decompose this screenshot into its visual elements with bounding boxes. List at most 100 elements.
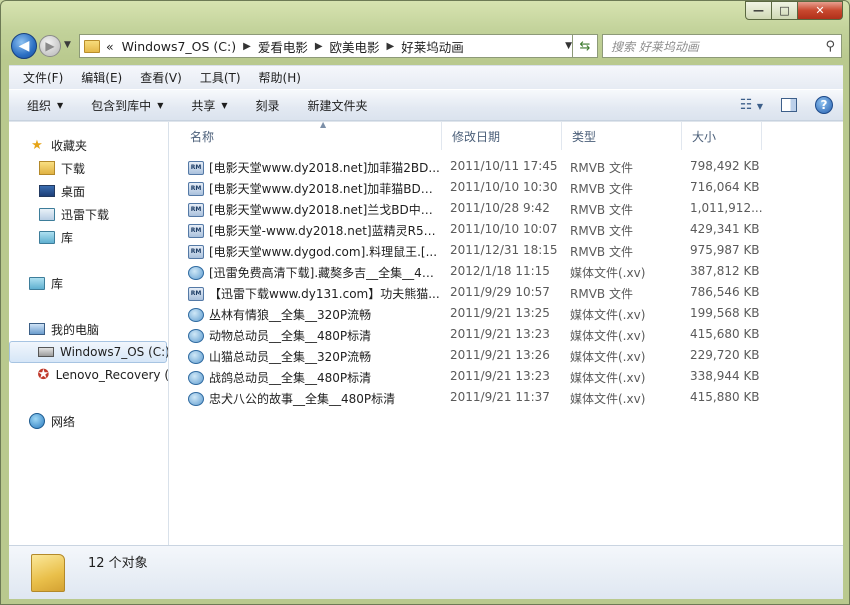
file-size: 387,812 KB <box>690 264 760 278</box>
chevron-right-icon[interactable]: ▶ <box>387 41 395 52</box>
address-bar[interactable]: « Windows7_OS (C:) ▶ 爱看电影 ▶ 欧美电影 ▶ 好莱坞动画… <box>79 34 579 58</box>
table-row[interactable]: RM [电影天堂-www.dy2018.net]蓝精灵R5中... 2011/10/… <box>170 219 843 240</box>
file-name: [电影天堂www.dy2018.net]加菲猫2BD... <box>209 161 440 175</box>
sidebar-item-desktop[interactable]: 桌面 <box>9 180 168 202</box>
file-name: 山猫总动员__全集__320P流畅 <box>209 350 372 364</box>
file-name-cell[interactable]: [迅雷免费高清下载].藏獒多吉__全集__48... <box>188 264 440 281</box>
file-name-cell[interactable]: RM [电影天堂www.dy2018.net]兰戈BD中英... <box>188 201 440 218</box>
file-type: RMVB 文件 <box>570 245 633 259</box>
minimize-button[interactable]: — <box>745 1 772 20</box>
table-row[interactable]: RM [电影天堂www.dygod.com].料理鼠王.[... 2011/12/3… <box>170 240 843 261</box>
file-type: RMVB 文件 <box>570 182 633 196</box>
rmvb-file-icon: RM <box>188 223 204 238</box>
file-date: 2011/10/11 17:45 <box>450 159 558 173</box>
sidebar-item-network[interactable]: 网络 <box>9 410 168 432</box>
address-dropdown-icon[interactable]: ▼ <box>565 41 572 51</box>
sidebar-item-downloads[interactable]: 下载 <box>9 157 168 179</box>
column-label: 名称 <box>190 129 215 144</box>
help-icon[interactable]: ? <box>815 96 833 114</box>
maximize-button[interactable]: □ <box>772 1 798 20</box>
close-button[interactable]: ✕ <box>798 1 843 20</box>
forward-arrow-icon: ▶ <box>45 39 55 53</box>
file-name-cell[interactable]: RM 【迅雷下载www.dy131.com】功夫熊猫... <box>188 285 440 302</box>
file-name-cell[interactable]: 战鸽总动员__全集__480P标清 <box>188 369 440 386</box>
column-header-name[interactable]: 名称 ▲ <box>180 120 442 150</box>
sidebar-item-recovery[interactable]: ✪ Lenovo_Recovery ( <box>9 364 169 386</box>
file-size: 798,492 KB <box>690 159 760 173</box>
file-name-cell[interactable]: RM [电影天堂www.dy2018.net]加菲猫2BD... <box>188 159 440 176</box>
table-row[interactable]: RM 【迅雷下载www.dy131.com】功夫熊猫... 2011/9/29 10… <box>170 282 843 303</box>
burn-button[interactable]: 刻录 <box>256 97 280 114</box>
table-row[interactable]: RM [电影天堂www.dy2018.net]加菲猫2BD... 2011/10/1… <box>170 156 843 177</box>
file-date: 2011/9/21 13:23 <box>450 327 550 341</box>
table-row[interactable]: 丛林有情狼__全集__320P流畅 2011/9/21 13:25 媒体文件(.xv… <box>170 303 843 324</box>
menu-help[interactable]: 帮助(H) <box>259 69 301 86</box>
window-controls: — □ ✕ <box>745 1 843 20</box>
breadcrumb-overflow[interactable]: « <box>106 39 114 54</box>
refresh-icon: ⇆ <box>579 38 591 54</box>
refresh-button[interactable]: ⇆ <box>572 34 598 58</box>
sidebar-item-label: 桌面 <box>61 184 86 199</box>
sidebar-item-label: Lenovo_Recovery ( <box>55 368 169 382</box>
file-name-cell[interactable]: RM [电影天堂-www.dy2018.net]蓝精灵R5中... <box>188 222 440 239</box>
sidebar-item-computer[interactable]: 我的电脑 <box>9 318 168 340</box>
file-type: 媒体文件(.xv) <box>570 392 646 406</box>
search-icon[interactable]: ⚲ <box>825 39 835 54</box>
file-name-cell[interactable]: 动物总动员__全集__480P标清 <box>188 327 440 344</box>
back-button[interactable]: ◀ <box>11 33 37 59</box>
menu-edit[interactable]: 编辑(E) <box>81 69 122 86</box>
sidebar-item-library[interactable]: 库 <box>9 272 168 294</box>
file-name-cell[interactable]: 忠犬八公的故事__全集__480P标清 <box>188 390 440 407</box>
file-name-cell[interactable]: RM [电影天堂www.dygod.com].料理鼠王.[... <box>188 243 440 260</box>
menu-tools[interactable]: 工具(T) <box>200 69 241 86</box>
share-button[interactable]: 共享 ▼ <box>191 97 227 114</box>
column-header-date[interactable]: 修改日期 <box>442 122 562 150</box>
recent-pages-dropdown[interactable]: ▼ <box>64 40 71 50</box>
table-row[interactable]: 忠犬八公的故事__全集__480P标清 2011/9/21 11:37 媒体文件(.… <box>170 387 843 408</box>
organize-button[interactable]: 组织 ▼ <box>27 97 63 114</box>
file-size: 415,880 KB <box>690 390 760 404</box>
chevron-right-icon[interactable]: ▶ <box>315 41 323 52</box>
table-row[interactable]: RM [电影天堂www.dy2018.net]兰戈BD中英... 2011/10/2… <box>170 198 843 219</box>
rmvb-file-icon: RM <box>188 202 204 217</box>
xv-media-file-icon <box>188 391 204 406</box>
file-type: RMVB 文件 <box>570 161 633 175</box>
menu-view[interactable]: 查看(V) <box>140 69 182 86</box>
preview-pane-icon[interactable] <box>781 98 797 112</box>
sidebar-item-library-fav[interactable]: 库 <box>9 226 168 248</box>
navigation-bar: ◀ ▶ ▼ « Windows7_OS (C:) ▶ 爱看电影 ▶ 欧美电影 ▶… <box>9 31 843 61</box>
table-row[interactable]: [迅雷免费高清下载].藏獒多吉__全集__48... 2012/1/18 11:1… <box>170 261 843 282</box>
table-row[interactable]: 战鸽总动员__全集__480P标清 2011/9/21 13:23 媒体文件(.xv… <box>170 366 843 387</box>
column-header-type[interactable]: 类型 <box>562 122 682 150</box>
file-list: 名称 ▲ 修改日期 类型 大小 RM [电影天堂www.dy2018.net]加菲… <box>170 120 843 546</box>
file-name-cell[interactable]: 山猫总动员__全集__320P流畅 <box>188 348 440 365</box>
sidebar-item-drive-c[interactable]: Windows7_OS (C:) <box>9 341 168 363</box>
table-row[interactable]: 动物总动员__全集__480P标清 2011/9/21 13:23 媒体文件(.xv… <box>170 324 843 345</box>
file-name: [电影天堂www.dy2018.net]兰戈BD中英... <box>209 203 440 217</box>
column-label: 大小 <box>692 129 717 144</box>
table-row[interactable]: RM [电影天堂www.dy2018.net]加菲猫BD中... 2011/10/1… <box>170 177 843 198</box>
new-folder-button[interactable]: 新建文件夹 <box>308 97 368 114</box>
breadcrumb-drive[interactable]: Windows7_OS (C:) <box>122 39 236 54</box>
sidebar-item-favorites[interactable]: ★ 收藏夹 <box>9 134 168 156</box>
xv-media-file-icon <box>188 307 204 322</box>
rmvb-file-icon: RM <box>188 160 204 175</box>
column-header-size[interactable]: 大小 <box>682 122 762 150</box>
sidebar-item-thunder[interactable]: 迅雷下载 <box>9 203 168 225</box>
menu-file[interactable]: 文件(F) <box>23 69 63 86</box>
file-size: 229,720 KB <box>690 348 760 362</box>
forward-button[interactable]: ▶ <box>39 35 61 57</box>
chevron-right-icon[interactable]: ▶ <box>243 41 251 52</box>
breadcrumb-hollywood[interactable]: 好莱坞动画 <box>401 37 464 56</box>
breadcrumb-aikan[interactable]: 爱看电影 <box>258 37 308 56</box>
search-box[interactable]: 搜索 好莱坞动画 ⚲ <box>602 34 842 58</box>
search-placeholder: 搜索 好莱坞动画 <box>611 39 699 54</box>
menu-bar: 文件(F) 编辑(E) 查看(V) 工具(T) 帮助(H) <box>9 65 843 89</box>
recovery-drive-icon: ✪ <box>37 367 50 383</box>
table-row[interactable]: 山猫总动员__全集__320P流畅 2011/9/21 13:26 媒体文件(.xv… <box>170 345 843 366</box>
file-name-cell[interactable]: RM [电影天堂www.dy2018.net]加菲猫BD中... <box>188 180 440 197</box>
breadcrumb-western[interactable]: 欧美电影 <box>330 37 380 56</box>
file-name-cell[interactable]: 丛林有情狼__全集__320P流畅 <box>188 306 440 323</box>
view-options-icon[interactable]: ☷ ▼ <box>740 97 763 113</box>
include-library-button[interactable]: 包含到库中 ▼ <box>91 97 163 114</box>
